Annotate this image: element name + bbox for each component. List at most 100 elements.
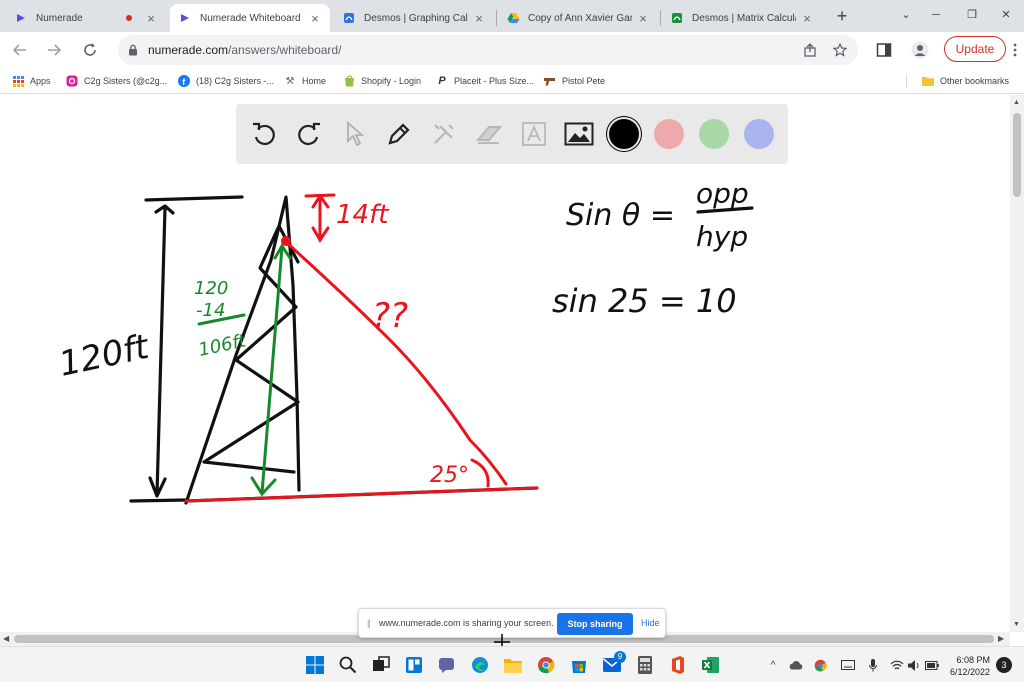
lock-icon[interactable] [128,43,138,61]
tab-title: Desmos | Graphing Calculator [364,12,468,24]
vertical-scroll-thumb[interactable] [1013,113,1021,197]
scroll-left-icon[interactable]: ◀ [3,634,9,643]
red-point-marker [281,236,291,246]
windows-start-icon[interactable] [304,654,326,676]
other-bookmarks[interactable]: Other bookmarks [922,73,1009,89]
bookmark-label: Apps [30,76,51,86]
chrome-tray-icon[interactable] [813,658,827,672]
notification-count-badge[interactable]: 3 [996,657,1012,673]
placeit-icon: P [438,75,446,87]
stop-sharing-button[interactable]: Stop sharing [557,613,633,635]
sine-equation: sin 25 = 10 [552,282,737,320]
tab-title: Desmos | Matrix Calculator [692,12,796,24]
edge-browser-icon[interactable] [469,654,491,676]
vertical-scrollbar[interactable]: ▲ ▼ [1010,95,1024,632]
windows-taskbar: ^ 6:08 PM 6/12/2022 3 [0,646,1024,682]
shopify-icon [343,75,355,87]
teams-chat-icon[interactable] [436,654,458,676]
update-button[interactable]: Update [944,36,1006,62]
tab-numerade[interactable]: Numerade × [6,4,166,32]
bookmark-c2g-instagram[interactable]: C2g Sisters (@c2g... [66,73,167,89]
store-icon[interactable] [568,654,590,676]
tab-desmos-graphing[interactable]: Desmos | Graphing Calculator × [334,4,494,32]
hypotenuse-label: ?? [372,296,408,336]
tab-desmos-matrix[interactable]: Desmos | Matrix Calculator × [662,4,822,32]
share-page-icon[interactable] [801,41,819,59]
wifi-icon[interactable] [890,658,904,672]
bookmark-shopify[interactable]: Shopify - Login [343,73,421,89]
drag-handle-icon[interactable]: || [367,618,371,628]
screen-share-banner: || www.numerade.com is sharing your scre… [358,608,666,638]
black-strokes [129,195,539,505]
close-tab-icon[interactable]: × [308,11,322,26]
tab-numerade-whiteboard[interactable]: Numerade Whiteboard × [170,4,330,32]
task-view-icon[interactable] [370,654,392,676]
height-label: 120ft [56,327,154,385]
top-gap-label: 14ft [336,200,389,230]
google-drive-icon [506,11,520,25]
bookmark-star-icon[interactable] [831,41,849,59]
file-explorer-icon[interactable] [502,654,524,676]
bookmark-label: (18) C2g Sisters -... [196,76,275,86]
scroll-up-icon[interactable]: ▲ [1013,99,1020,106]
forward-icon[interactable] [42,38,66,62]
side-panel-icon[interactable] [874,40,894,60]
profile-avatar-icon[interactable] [910,40,930,60]
show-hidden-icons-icon[interactable]: ^ [766,658,780,672]
mail-unread-badge: 9 [614,651,626,663]
pistol-icon [544,75,556,87]
bookmark-c2g-facebook[interactable]: f (18) C2g Sisters -... [178,73,274,89]
bookmark-home[interactable]: ⚒ Home [284,73,327,89]
bookmark-label: Other bookmarks [940,76,1010,86]
desmos-favicon-icon [342,11,356,25]
back-icon[interactable] [8,38,32,62]
angle-label: 25° [430,463,469,488]
clock-time: 6:08 PM [956,655,990,665]
battery-icon[interactable] [925,658,939,672]
system-clock[interactable]: 6:08 PM 6/12/2022 [946,654,990,678]
keyboard-icon[interactable] [841,658,855,672]
browser-toolbar: numerade.com/answers/whiteboard/ Update [0,32,1024,68]
tab-google-drive-copy[interactable]: Copy of Ann Xavier Gantert × [498,4,658,32]
desmos-favicon-icon [670,11,684,25]
bookmark-placeit[interactable]: P Placeit - Plus Size... [436,73,534,89]
whiteboard-page[interactable]: 14ft ?? 25° 120 -14 106ft 120ft Sin θ = … [0,95,1010,632]
microphone-icon[interactable] [866,658,880,672]
scroll-down-icon[interactable]: ▼ [1013,621,1020,628]
excel-icon[interactable] [700,654,722,676]
folder-icon [922,75,934,87]
bookmark-separator [906,73,907,89]
bookmark-apps[interactable]: Apps [12,73,51,89]
chrome-icon[interactable] [535,654,557,676]
close-window-icon[interactable]: ✕ [996,6,1016,24]
facebook-icon: f [178,75,190,87]
numerade-favicon-icon [178,11,192,25]
office-icon[interactable] [667,654,689,676]
minimize-icon[interactable]: ─ [926,6,946,24]
volume-icon[interactable] [907,658,921,672]
restore-icon[interactable]: ❐ [962,6,982,24]
screen: Numerade × Numerade Whiteboard × Desmos … [0,0,1024,682]
onedrive-icon[interactable] [789,658,803,672]
share-message: www.numerade.com is sharing your screen. [379,618,554,628]
calculator-icon[interactable] [634,654,656,676]
close-tab-icon[interactable]: × [144,11,158,26]
close-tab-icon[interactable]: × [800,11,814,26]
scroll-right-icon[interactable]: ▶ [998,634,1004,643]
menu-kebab-icon[interactable] [1008,40,1022,60]
close-tab-icon[interactable]: × [472,11,486,26]
bookmark-pistol-pete[interactable]: Pistol Pete [544,73,605,89]
close-tab-icon[interactable]: × [636,11,650,26]
widgets-icon[interactable] [403,654,425,676]
tab-search-icon[interactable]: ⌄ [896,6,916,24]
home-icon: ⚒ [285,75,295,87]
hide-banner-button[interactable]: Hide [641,618,660,628]
reload-icon[interactable] [78,38,102,62]
sine-formula-lhs: Sin θ = [566,198,675,233]
bookmark-label: Home [302,76,327,86]
calc-top-label: 120 [194,278,228,299]
address-bar[interactable]: numerade.com/answers/whiteboard/ [118,35,858,65]
tab-title: Numerade [36,12,83,24]
search-icon[interactable] [337,654,359,676]
new-tab-icon[interactable]: + [832,6,852,26]
